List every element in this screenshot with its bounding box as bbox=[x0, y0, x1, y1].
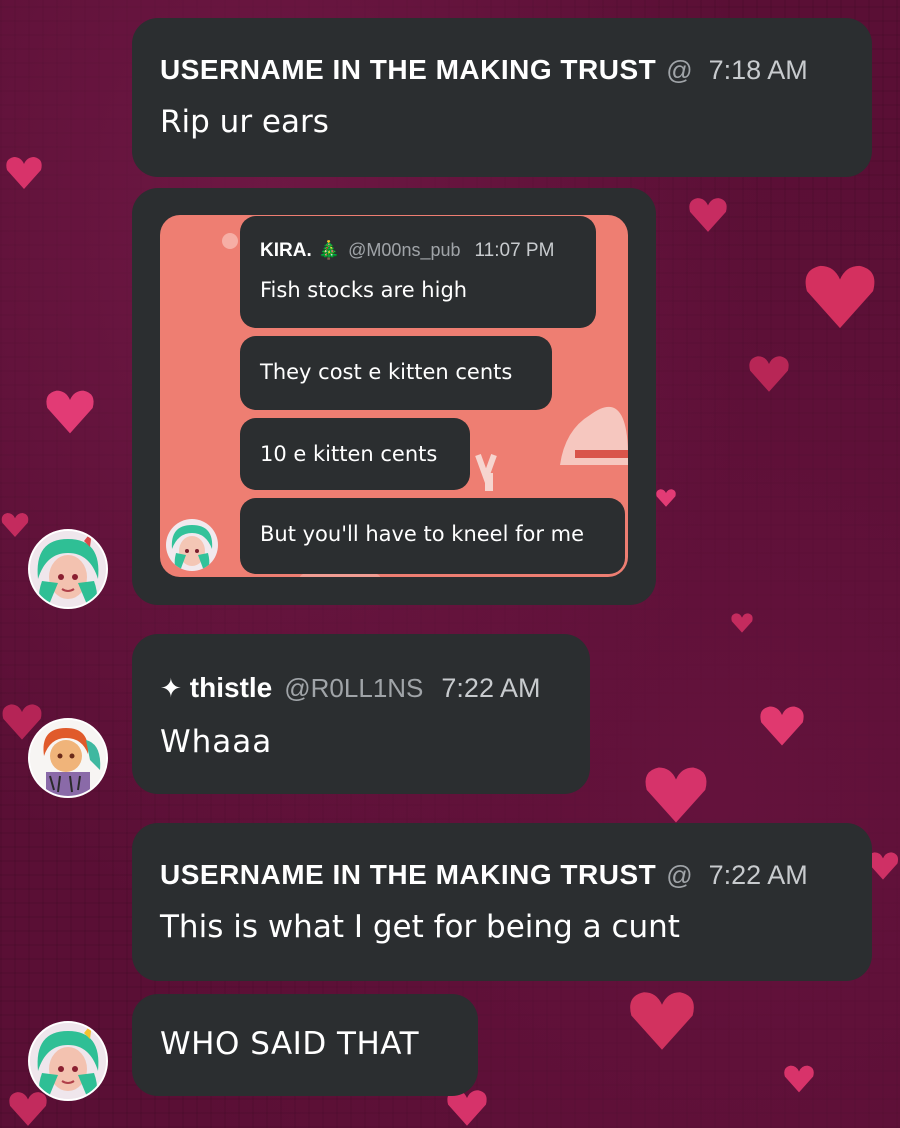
heart-decoration-icon bbox=[731, 613, 753, 633]
message-time: 7:22 AM bbox=[441, 673, 541, 703]
embed-line: 10 e kitten cents bbox=[260, 442, 438, 466]
embed-author: KIRA. bbox=[260, 240, 312, 261]
avatar[interactable] bbox=[28, 1021, 108, 1101]
message-time: 7:18 AM bbox=[708, 55, 808, 85]
heart-decoration-icon bbox=[46, 390, 94, 434]
heart-decoration-icon bbox=[760, 706, 804, 746]
message-handle[interactable]: @R0LL1NS bbox=[284, 673, 423, 704]
message-meta: USERNAME IN THE MAKING TRUST @ 7:22 AM bbox=[160, 859, 844, 891]
avatar[interactable] bbox=[28, 718, 108, 798]
embed-message-header-bubble: KIRA. 🎄 @M00ns_pub 11:07 PM Fish stocks … bbox=[240, 216, 596, 328]
message-bubble[interactable]: USERNAME IN THE MAKING TRUST @ 7:22 AM T… bbox=[132, 823, 872, 981]
heart-decoration-icon bbox=[805, 265, 875, 329]
heart-decoration-icon bbox=[749, 356, 789, 392]
embed-meta: KIRA. 🎄 @M00ns_pub 11:07 PM bbox=[260, 240, 576, 262]
embed-line: But you'll have to kneel for me bbox=[260, 522, 585, 546]
message-bubble[interactable]: USERNAME IN THE MAKING TRUST @ 7:18 AM R… bbox=[132, 18, 872, 177]
message-meta: USERNAME IN THE MAKING TRUST @ 7:18 AM bbox=[160, 54, 844, 86]
heart-decoration-icon bbox=[656, 489, 676, 507]
message-time: 7:22 AM bbox=[708, 860, 808, 890]
embed-time: 11:07 PM bbox=[474, 240, 555, 261]
message-handle[interactable]: @ bbox=[666, 55, 692, 86]
embed-line: They cost e kitten cents bbox=[260, 360, 513, 384]
christmas-tree-icon: 🎄 bbox=[317, 240, 341, 260]
message-bubble[interactable]: WHO SAID THAT bbox=[132, 994, 478, 1096]
message-text: This is what I get for being a cunt bbox=[160, 909, 680, 945]
message-text: Whaaa bbox=[160, 724, 273, 760]
embed-message-bubble: But you'll have to kneel for me bbox=[240, 498, 625, 574]
message-text: Rip ur ears bbox=[160, 104, 329, 140]
message-author[interactable]: USERNAME IN THE MAKING TRUST bbox=[160, 859, 656, 891]
message-author[interactable]: thistle bbox=[190, 672, 272, 704]
message-text: WHO SAID THAT bbox=[160, 1026, 420, 1062]
heart-decoration-icon bbox=[784, 1065, 814, 1093]
heart-decoration-icon bbox=[630, 992, 694, 1050]
embed-message-bubble: They cost e kitten cents bbox=[240, 336, 552, 410]
avatar[interactable] bbox=[28, 529, 108, 609]
message-author[interactable]: USERNAME IN THE MAKING TRUST bbox=[160, 54, 656, 86]
message-handle[interactable]: @ bbox=[666, 860, 692, 891]
embed-handle: @M00ns_pub bbox=[348, 240, 461, 260]
sparkle-icon: ✦ bbox=[160, 674, 182, 704]
heart-decoration-icon bbox=[6, 157, 42, 189]
embed-avatar bbox=[166, 519, 218, 571]
embed-line: Fish stocks are high bbox=[260, 278, 468, 302]
heart-decoration-icon bbox=[689, 198, 727, 232]
embed-message-bubble: 10 e kitten cents bbox=[240, 418, 470, 490]
embedded-screenshot[interactable]: KIRA. 🎄 @M00ns_pub 11:07 PM Fish stocks … bbox=[160, 215, 628, 577]
message-meta: ✦ thistle @R0LL1NS 7:22 AM bbox=[160, 672, 562, 704]
heart-decoration-icon bbox=[1, 513, 29, 537]
message-bubble[interactable]: ✦ thistle @R0LL1NS 7:22 AM Whaaa bbox=[132, 634, 590, 794]
heart-decoration-icon bbox=[645, 767, 707, 823]
